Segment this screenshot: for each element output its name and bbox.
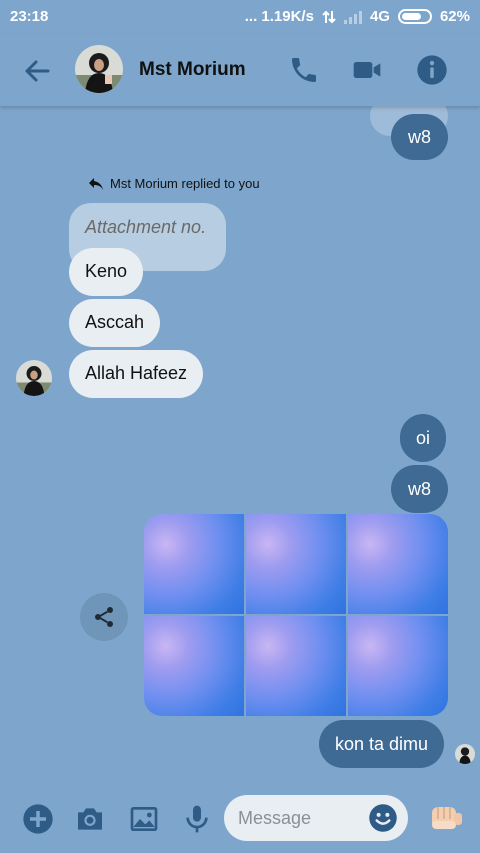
image-thumbnail[interactable]: [348, 616, 448, 716]
data-transfer-icon: [322, 10, 336, 23]
gallery-icon[interactable]: [128, 803, 160, 835]
incoming-message[interactable]: Keno: [69, 248, 144, 296]
image-thumbnail[interactable]: [144, 514, 244, 614]
emoji-icon[interactable]: [368, 803, 398, 833]
image-thumbnail[interactable]: [246, 616, 346, 716]
image-thumbnail[interactable]: [348, 514, 448, 614]
status-bar: 23:18 ... 1.19K/s 4G 62%: [0, 0, 480, 34]
share-button[interactable]: [80, 593, 128, 641]
contact-name[interactable]: Mst Morium: [139, 59, 246, 81]
share-icon: [95, 607, 113, 627]
seen-avatar: [455, 744, 475, 764]
reply-note: Mst Morium replied to you: [88, 176, 260, 191]
outgoing-message[interactable]: oi: [400, 414, 447, 462]
info-icon[interactable]: [416, 54, 448, 86]
signal-icon: [343, 10, 362, 24]
image-thumbnail[interactable]: [246, 514, 346, 614]
incoming-message[interactable]: Asccah: [69, 299, 161, 347]
image-thumbnail[interactable]: [144, 616, 244, 716]
add-icon[interactable]: [22, 803, 54, 835]
video-camera-icon[interactable]: [351, 54, 383, 86]
message-input-container: [224, 795, 408, 841]
back-arrow-icon[interactable]: [20, 54, 54, 88]
image-grid: [144, 514, 448, 718]
reply-note-text: Mst Morium replied to you: [110, 176, 260, 191]
outgoing-message[interactable]: w8: [391, 465, 449, 513]
outgoing-message[interactable]: w8: [391, 114, 449, 160]
message-composer: [0, 783, 480, 853]
message-input[interactable]: [238, 805, 368, 831]
contact-avatar-small[interactable]: [16, 360, 52, 396]
chat-header: Mst Morium: [0, 34, 480, 106]
network-type: 4G: [369, 8, 390, 25]
reply-icon: [89, 177, 103, 190]
contact-avatar[interactable]: [75, 45, 123, 93]
battery-level: 62%: [439, 8, 470, 25]
status-time: 23:18: [10, 8, 49, 25]
fist-bump-icon[interactable]: [428, 801, 464, 835]
status-right: ... 1.19K/s 4G 62%: [245, 8, 470, 25]
battery-icon: [397, 9, 432, 24]
outgoing-message[interactable]: kon ta dimu: [319, 720, 445, 768]
microphone-icon[interactable]: [181, 803, 213, 835]
incoming-message[interactable]: Allah Hafeez: [69, 350, 204, 398]
phone-icon[interactable]: [288, 54, 320, 86]
camera-icon[interactable]: [74, 803, 106, 835]
network-speed: ... 1.19K/s: [244, 8, 314, 25]
